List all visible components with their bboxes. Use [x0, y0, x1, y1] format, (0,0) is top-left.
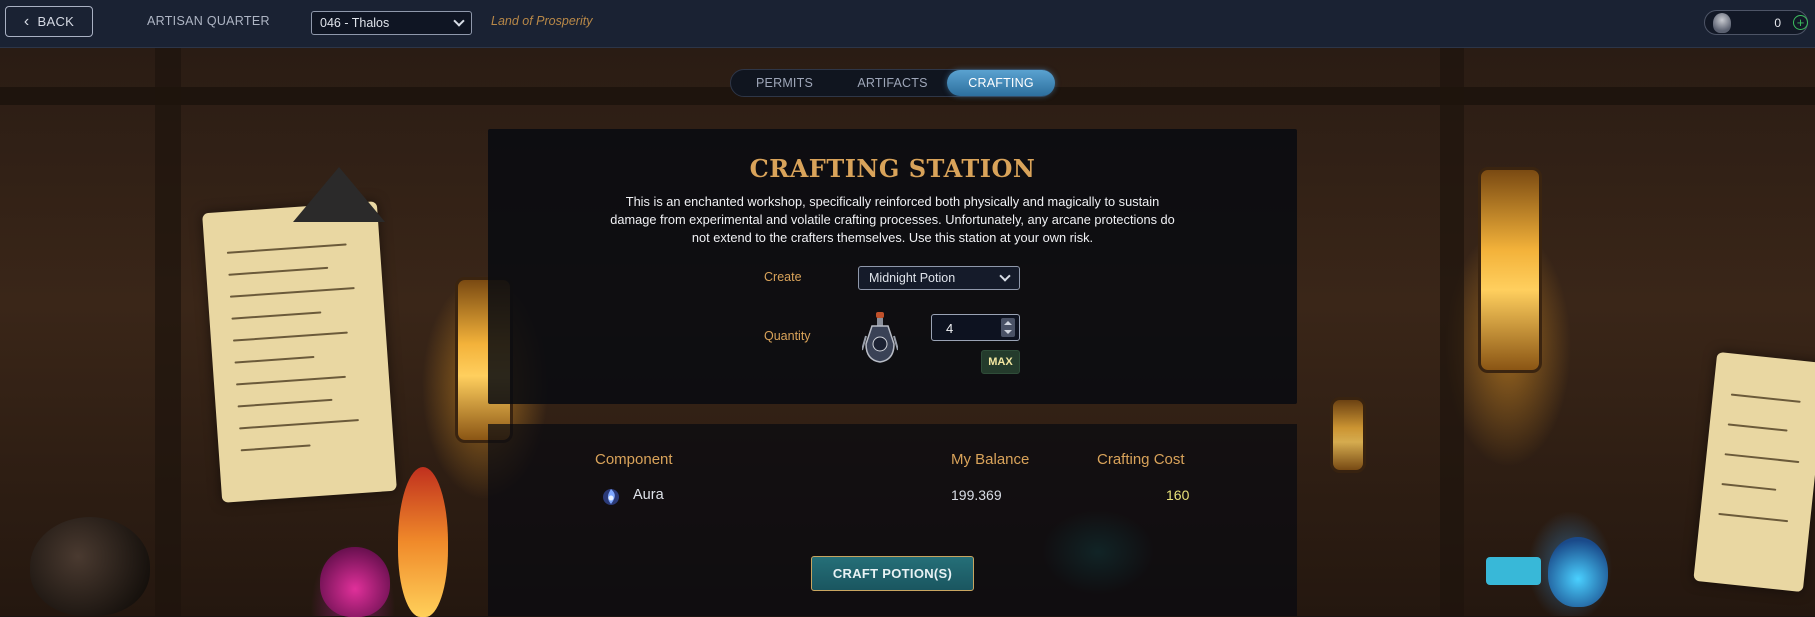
red-potion-bottle — [398, 467, 448, 617]
lantern — [1478, 167, 1542, 373]
decrement-icon[interactable] — [1004, 330, 1012, 334]
top-bar: ‹ BACK ARTISAN QUARTER 046 - Thalos Land… — [0, 0, 1815, 48]
avatar-icon — [1713, 13, 1731, 33]
tab-bar: PERMITS ARTIFACTS CRAFTING — [730, 69, 1055, 97]
chevron-down-icon — [999, 270, 1011, 282]
increment-icon[interactable] — [1004, 321, 1012, 325]
tab-crafting[interactable]: CRAFTING — [947, 70, 1055, 96]
craft-potions-button[interactable]: CRAFT POTION(S) — [811, 556, 974, 591]
tab-artifacts[interactable]: ARTIFACTS — [838, 70, 947, 96]
aura-icon — [603, 489, 619, 505]
blue-flask — [1548, 537, 1608, 607]
chevron-down-icon — [453, 15, 465, 27]
quantity-stepper[interactable] — [931, 314, 1020, 341]
station-description: This is an enchanted workshop, specifica… — [610, 194, 1175, 245]
spin-buttons[interactable] — [1001, 318, 1015, 337]
pink-flask — [320, 547, 390, 617]
create-label: Create — [764, 270, 802, 284]
column-header-component: Component — [595, 451, 673, 468]
wooden-pillar — [1440, 47, 1464, 616]
parchment-scroll — [1693, 351, 1815, 593]
section-title: ARTISAN QUARTER — [147, 14, 270, 28]
teal-dish — [1486, 557, 1541, 585]
realm-select-value: 046 - Thalos — [320, 16, 390, 30]
page-title: CRAFTING STATION — [749, 154, 1036, 183]
wallet-balance-pill: 0 + — [1704, 10, 1808, 35]
arrow-left-icon: ‹ — [23, 12, 30, 30]
land-name: Land of Prosperity — [491, 14, 593, 28]
component-cost: 160 — [1166, 487, 1190, 503]
lantern — [1330, 397, 1366, 473]
max-button[interactable]: MAX — [981, 350, 1020, 374]
create-select-value: Midnight Potion — [869, 271, 956, 285]
component-name: Aura — [633, 487, 664, 503]
realm-select[interactable]: 046 - Thalos — [311, 11, 472, 35]
midnight-potion-icon — [862, 312, 898, 363]
add-funds-icon[interactable]: + — [1793, 15, 1808, 30]
column-header-cost: Crafting Cost — [1097, 451, 1185, 468]
wallet-balance: 0 — [1774, 16, 1781, 30]
clay-pot — [30, 517, 150, 616]
component-balance: 199.369 — [951, 487, 1002, 503]
quantity-input[interactable] — [944, 320, 998, 337]
column-header-balance: My Balance — [951, 451, 1030, 468]
tab-permits[interactable]: PERMITS — [731, 70, 838, 96]
quantity-label: Quantity — [764, 329, 811, 343]
wooden-pillar — [155, 47, 181, 616]
back-label: BACK — [37, 14, 75, 29]
create-select[interactable]: Midnight Potion — [858, 266, 1020, 290]
parchment-scroll — [202, 201, 397, 503]
back-button[interactable]: ‹ BACK — [5, 6, 93, 37]
